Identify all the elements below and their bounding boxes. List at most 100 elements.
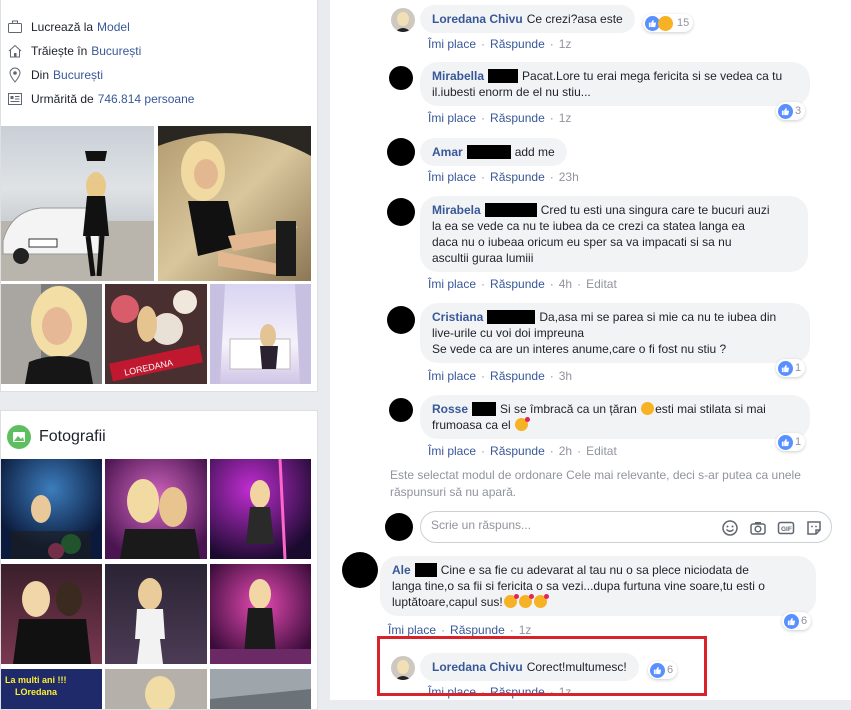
avatar[interactable] bbox=[387, 306, 415, 334]
comment-text: add me bbox=[514, 145, 555, 159]
featured-photo-car[interactable] bbox=[1, 126, 154, 281]
like-link[interactable]: Îmi place bbox=[428, 444, 476, 458]
photo-grid-2[interactable] bbox=[105, 459, 207, 559]
photo-grid-7[interactable]: La multi ani !!! LOredana bbox=[1, 669, 102, 709]
like-reaction-icon bbox=[778, 434, 793, 450]
camera-icon[interactable] bbox=[749, 519, 767, 537]
wow-reaction-icon bbox=[658, 15, 673, 31]
comment-text-line-2: la ea se vede ca nu te iubea da ce crezi… bbox=[432, 219, 745, 233]
comment-time[interactable]: 2h bbox=[559, 444, 572, 458]
featured-photo-teddy-bears[interactable]: LOREDANA bbox=[105, 284, 207, 384]
intro-work-link[interactable]: Model bbox=[97, 20, 130, 34]
photo-grid-6[interactable] bbox=[210, 564, 311, 664]
reaction-count[interactable]: 1 bbox=[776, 433, 806, 451]
reaction-count[interactable]: 15 bbox=[643, 14, 694, 32]
gif-icon[interactable]: GIF bbox=[777, 519, 795, 537]
profile-sidebar: Lucrează la Model Trăiește în București … bbox=[0, 0, 318, 710]
reaction-count[interactable]: 3 bbox=[776, 102, 806, 120]
avatar[interactable] bbox=[391, 8, 415, 32]
intro-lives-label: Trăiește în bbox=[31, 44, 88, 58]
comment-actions: Îmi place · Răspunde · 1z bbox=[428, 111, 572, 125]
comment-bubble: Cristiana Da,asa mi se parea si mie ca nu… bbox=[420, 303, 810, 363]
intro-list: Lucrează la Model Trăiește în București … bbox=[1, 15, 194, 111]
sticker-icon[interactable] bbox=[805, 519, 823, 537]
like-link[interactable]: Îmi place bbox=[428, 111, 476, 125]
reaction-number: 3 bbox=[795, 105, 802, 117]
comment-author[interactable]: Amar bbox=[432, 145, 463, 159]
like-link[interactable]: Îmi place bbox=[428, 277, 476, 291]
reply-input[interactable] bbox=[431, 518, 711, 532]
edited-label[interactable]: Editat bbox=[586, 277, 617, 291]
avatar[interactable] bbox=[387, 198, 415, 226]
reply-link[interactable]: Răspunde bbox=[490, 170, 545, 184]
reaction-number: 15 bbox=[677, 17, 690, 29]
intro-work-label: Lucrează la bbox=[31, 20, 94, 34]
avatar[interactable] bbox=[342, 552, 378, 588]
reply-link[interactable]: Răspunde bbox=[450, 623, 505, 637]
comment-text-line-1: Cred tu esti una singura care te bucuri … bbox=[540, 203, 770, 217]
reaction-count[interactable]: 6 bbox=[782, 612, 812, 630]
comment-time[interactable]: 1z bbox=[559, 111, 572, 125]
comment-bubble: Ale Cine e sa fie cu adevarat al tau nu o… bbox=[380, 556, 816, 616]
like-link[interactable]: Îmi place bbox=[428, 369, 476, 383]
photo-grid-8[interactable] bbox=[105, 669, 207, 709]
sort-order-notice: Este selectat modul de ordonare Cele mai… bbox=[390, 468, 801, 499]
comment-text-line-1: Cine e sa fie cu adevarat al tau nu o sa… bbox=[440, 563, 749, 577]
comment-time[interactable]: 1z bbox=[559, 37, 572, 51]
reply-link[interactable]: Răspunde bbox=[490, 277, 545, 291]
comment-actions: Îmi place · Răspunde · 3h bbox=[428, 369, 573, 383]
emoji-icon[interactable] bbox=[721, 519, 739, 537]
reply-link[interactable]: Răspunde bbox=[490, 111, 545, 125]
featured-photo-in-car[interactable] bbox=[158, 126, 311, 281]
redaction-box bbox=[472, 402, 497, 416]
kiss-emoji-icon bbox=[518, 594, 534, 608]
comment-author[interactable]: Cristiana bbox=[432, 310, 483, 324]
like-link[interactable]: Îmi place bbox=[428, 37, 476, 51]
comment-author[interactable]: Rosse bbox=[432, 402, 468, 416]
comment-actions: Îmi place · Răspunde · 2h · Editat bbox=[428, 444, 617, 458]
comment-author[interactable]: Mirabela bbox=[432, 203, 481, 217]
photo-grid-3[interactable] bbox=[210, 459, 311, 559]
comment-text-line-1: Da,asa mi se parea si mie ca nu te iubea… bbox=[539, 310, 777, 324]
intro-from-link[interactable]: București bbox=[53, 68, 103, 82]
avatar[interactable] bbox=[389, 398, 413, 422]
reply-link[interactable]: Răspunde bbox=[490, 444, 545, 458]
comment-actions: Îmi place · Răspunde · 1z bbox=[428, 37, 572, 51]
reaction-count[interactable]: 1 bbox=[776, 359, 806, 377]
reply-link[interactable]: Răspunde bbox=[490, 369, 545, 383]
comment-time[interactable]: 4h bbox=[559, 277, 572, 291]
like-link[interactable]: Îmi place bbox=[388, 623, 436, 637]
like-link[interactable]: Îmi place bbox=[428, 170, 476, 184]
like-reaction-icon bbox=[784, 613, 799, 629]
photos-card: Fotografii La multi ani !!! LOredana bbox=[0, 410, 318, 710]
featured-photo-room[interactable] bbox=[210, 284, 311, 384]
comment-text-line-3: Se vede ca are un interes anume,care o f… bbox=[432, 342, 727, 356]
comment-author[interactable]: Ale bbox=[392, 563, 411, 577]
featured-photo-selfie[interactable] bbox=[1, 284, 102, 384]
kiss-emoji-icon bbox=[515, 417, 531, 431]
comment-time[interactable]: 23h bbox=[559, 170, 579, 184]
reply-box[interactable]: GIF bbox=[420, 511, 832, 543]
reaction-number: 1 bbox=[795, 436, 802, 448]
photo-overlay-text-1: La multi ani !!! bbox=[5, 675, 67, 685]
comment-bubble: Mirabela Cred tu esti una singura care te… bbox=[420, 196, 808, 272]
intro-followers-link[interactable]: 746.814 persoane bbox=[98, 92, 195, 106]
reply-link[interactable]: Răspunde bbox=[490, 37, 545, 51]
intro-from: Din București bbox=[1, 63, 194, 87]
photo-grid-5[interactable] bbox=[105, 564, 207, 664]
photos-header[interactable]: Fotografii bbox=[7, 425, 106, 449]
photo-grid-4[interactable] bbox=[1, 564, 102, 664]
comment-time[interactable]: 3h bbox=[559, 369, 572, 383]
comment-text-line-1b: esti mai stilata si mai bbox=[655, 402, 766, 416]
edited-label[interactable]: Editat bbox=[586, 444, 617, 458]
comment-time[interactable]: 1z bbox=[519, 623, 532, 637]
comment-author[interactable]: Loredana Chivu bbox=[432, 12, 523, 26]
avatar[interactable] bbox=[387, 138, 415, 166]
comment-author[interactable]: Mirabella bbox=[432, 69, 484, 83]
photo-grid-1[interactable] bbox=[1, 459, 102, 559]
photo-grid-9[interactable] bbox=[210, 669, 311, 709]
avatar[interactable] bbox=[389, 66, 413, 90]
intro-work: Lucrează la Model bbox=[1, 15, 194, 39]
intro-lives-link[interactable]: București bbox=[91, 44, 141, 58]
kiss-emoji-icon bbox=[503, 594, 519, 608]
